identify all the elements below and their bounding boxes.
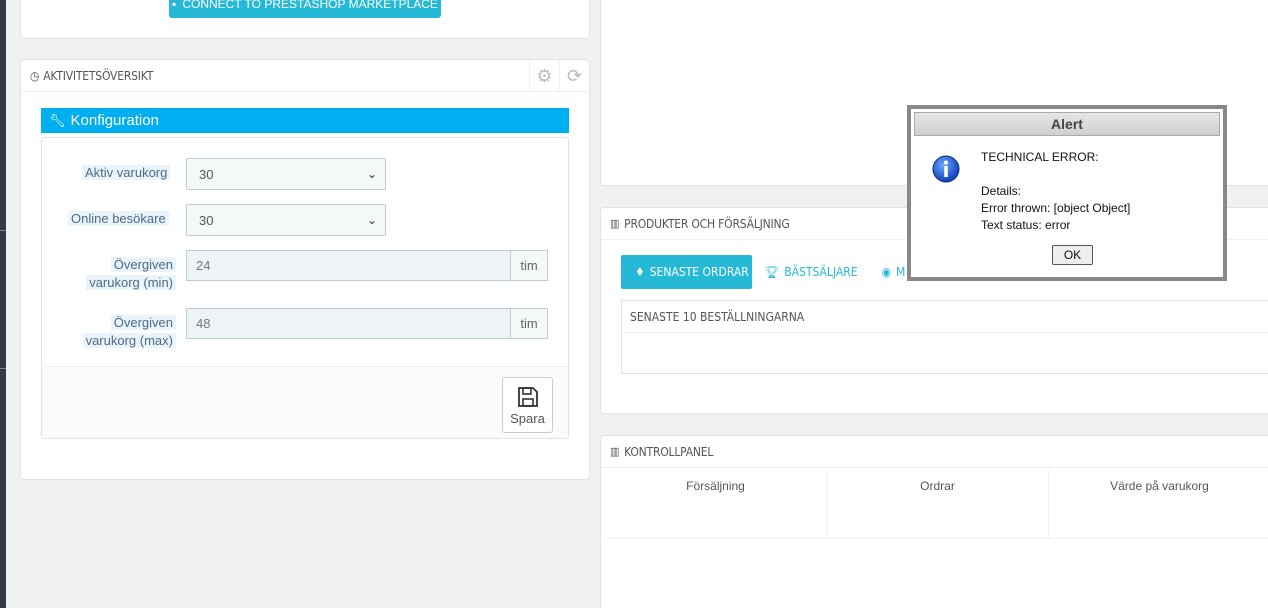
tab-best-sellers[interactable]: 🏆︎ BÄSTSÄLJARE xyxy=(752,255,870,289)
fire-icon: ♦ xyxy=(635,265,645,279)
panel-header: ▥ KONTROLLPANEL xyxy=(601,436,1268,468)
abandoned-max-input-group[interactable]: 48 tim xyxy=(186,308,548,339)
gear-icon[interactable]: ⚙ xyxy=(529,60,559,92)
store-icon: ▪ xyxy=(172,0,177,11)
connect-panel: ▪ CONNECT TO PRESTASHOP MARKETPLACE xyxy=(20,0,590,39)
bar-chart-icon: ▥ xyxy=(610,217,620,230)
abandoned-max-input[interactable]: 48 xyxy=(186,308,511,339)
active-cart-label: Aktiv varukorg xyxy=(82,164,171,182)
eye-icon: ◉ xyxy=(881,265,892,279)
ok-button[interactable]: OK xyxy=(1052,245,1093,265)
save-button[interactable]: Spara xyxy=(502,377,553,433)
floppy-disk-icon xyxy=(517,386,538,407)
active-cart-select[interactable]: 30 ⌄ xyxy=(186,158,386,190)
alert-message: TECHNICAL ERROR: Details: Error thrown: … xyxy=(981,150,1131,232)
latest-orders-title: SENASTE 10 BESTÄLLNINGARNA xyxy=(622,301,1268,333)
refresh-icon[interactable]: ⟳ xyxy=(559,60,589,92)
wrench-icon: 🔧︎ xyxy=(49,112,66,128)
dashboard-panel: ▥ KONTROLLPANEL Försäljning Ordrar Värde… xyxy=(600,435,1268,608)
kpi-cart-value[interactable]: Värde på varukorg xyxy=(1049,469,1268,538)
configuration-header: 🔧︎ Konfiguration xyxy=(41,108,569,133)
abandoned-min-label: Övergiven varukorg (min) xyxy=(80,256,176,292)
kpi-orders[interactable]: Ordrar xyxy=(827,469,1049,538)
abandoned-min-input[interactable]: 24 xyxy=(186,250,511,281)
chevron-down-icon: ⌄ xyxy=(366,167,377,181)
info-icon xyxy=(932,155,960,183)
clock-icon: ◷ xyxy=(30,68,40,83)
activity-overview-panel: ◷ AKTIVITETSÖVERSIKT ⚙ ⟳ 🔧︎ Konfiguratio… xyxy=(20,59,590,480)
configuration-title: Konfiguration xyxy=(70,112,159,129)
configuration-form: Aktiv varukorg 30 ⌄ Online besökare 30 ⌄… xyxy=(41,137,569,439)
kpi-row: Försäljning Ordrar Värde på varukorg xyxy=(605,469,1268,539)
active-cart-value: 30 xyxy=(199,166,214,182)
trophy-icon: 🏆︎ xyxy=(764,265,780,279)
panel-title: PRODUKTER OCH FÖRSÄLJNING xyxy=(624,216,790,231)
chevron-down-icon: ⌄ xyxy=(366,213,377,227)
online-visitors-value: 30 xyxy=(199,212,214,228)
form-footer: Spara xyxy=(42,366,568,438)
products-tabs: ♦ SENASTE ORDRAR 🏆︎ BÄSTSÄLJARE ◉ M xyxy=(621,255,917,289)
admin-sidebar-edge xyxy=(0,0,6,608)
sidebar-divider xyxy=(0,368,6,369)
panel-title: AKTIVITETSÖVERSIKT xyxy=(43,68,154,83)
tab-latest-orders[interactable]: ♦ SENASTE ORDRAR xyxy=(621,255,752,289)
online-visitors-select[interactable]: 30 ⌄ xyxy=(186,204,386,236)
connect-marketplace-button[interactable]: ▪ CONNECT TO PRESTASHOP MARKETPLACE xyxy=(169,0,441,18)
hours-unit-addon: tim xyxy=(511,250,548,281)
panel-title: KONTROLLPANEL xyxy=(624,444,714,459)
abandoned-max-label: Övergiven varukorg (max) xyxy=(78,314,176,350)
sidebar-divider xyxy=(0,230,6,231)
panel-header: ◷ AKTIVITETSÖVERSIKT xyxy=(21,60,589,92)
alert-title: Alert xyxy=(914,112,1220,136)
kpi-sales[interactable]: Försäljning xyxy=(605,469,827,538)
alert-dialog: Alert TECHNICAL ERROR: Details: Error th… xyxy=(907,105,1227,281)
bar-chart-icon: ▥ xyxy=(610,445,620,458)
connect-button-label: CONNECT TO PRESTASHOP MARKETPLACE xyxy=(182,0,438,11)
latest-orders-box: SENASTE 10 BESTÄLLNINGARNA xyxy=(621,300,1268,374)
save-label: Spara xyxy=(510,410,545,426)
hours-unit-addon: tim xyxy=(511,308,548,339)
abandoned-min-input-group[interactable]: 24 tim xyxy=(186,250,548,281)
online-visitors-label: Online besökare xyxy=(68,210,169,228)
